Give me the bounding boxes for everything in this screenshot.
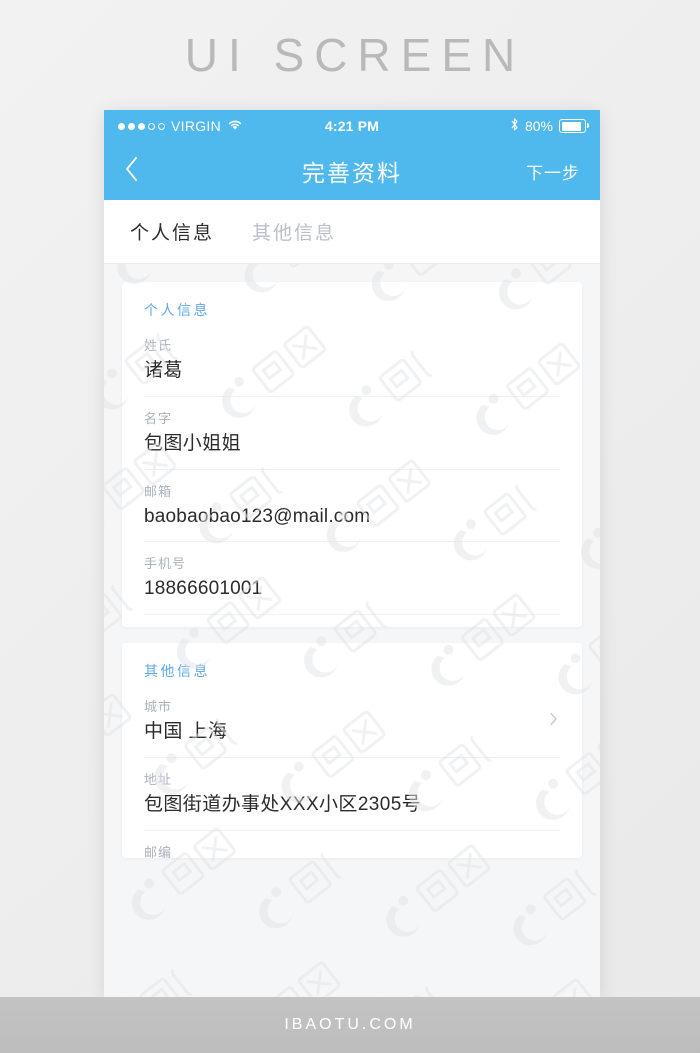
field-email[interactable]: 邮箱 baobaobao123@mail.com — [144, 470, 560, 543]
tab-other-info[interactable]: 其他信息 — [252, 218, 336, 245]
status-bar: VIRGIN 4:21 PM 80% — [104, 110, 600, 142]
navigation-bar: 完善资料 下一步 — [104, 142, 600, 200]
card-personal-info-title: 个人信息 — [144, 302, 210, 318]
field-postcode[interactable]: 邮编 101010 — [144, 831, 560, 859]
tab-personal-info[interactable]: 个人信息 — [130, 218, 214, 245]
field-given-name[interactable]: 名字 包图小姐姐 — [144, 397, 560, 470]
field-given-name-value: 包图小姐姐 — [144, 432, 242, 454]
status-bar-right: 80% — [510, 117, 589, 135]
back-button[interactable] — [124, 156, 154, 186]
field-city-value: 中国 上海 — [144, 721, 228, 742]
form-scroll-area[interactable]: 个人信息 姓氏 诸葛 名字 包图小姐姐 邮箱 baobaobao123@mail… — [104, 264, 600, 997]
phone-screen: VIRGIN 4:21 PM 80% 完善资料 下一步 个人信息 其他信息 个人… — [104, 110, 600, 997]
next-step-button[interactable]: 下一步 — [526, 159, 580, 184]
poster-title: UI SCREEN — [184, 29, 526, 81]
poster-footer-text: IBAOTU.COM — [284, 1016, 416, 1033]
field-address[interactable]: 地址 包图街道办事处XXX小区2305号 — [144, 758, 560, 831]
field-surname-value: 诸葛 — [144, 360, 183, 381]
card-other-info: 其他信息 城市 中国 上海 地址 包图街道办事处XXX小区2305号 邮编 10… — [122, 643, 582, 858]
card-personal-info: 个人信息 姓氏 诸葛 名字 包图小姐姐 邮箱 baobaobao123@mail… — [122, 282, 582, 627]
field-address-value: 包图街道办事处XXX小区2305号 — [144, 793, 422, 815]
field-phone-value: 18866601001 — [144, 578, 263, 600]
wifi-icon — [227, 118, 243, 135]
field-city-label: 城市 — [144, 699, 173, 714]
field-phone[interactable]: 手机号 18866601001 — [144, 542, 560, 615]
field-postcode-label: 邮编 — [144, 844, 173, 859]
field-surname[interactable]: 姓氏 诸葛 — [144, 324, 560, 397]
tab-bar: 个人信息 其他信息 — [104, 200, 600, 264]
chevron-left-icon — [126, 157, 137, 181]
field-email-label: 邮箱 — [144, 483, 173, 499]
field-surname-label: 姓氏 — [144, 338, 173, 353]
field-email-value: baobaobao123@mail.com — [144, 505, 371, 527]
battery-icon — [559, 119, 589, 133]
status-bar-left: VIRGIN — [118, 118, 243, 135]
field-city[interactable]: 城市 中国 上海 — [144, 685, 560, 758]
field-phone-label: 手机号 — [144, 556, 187, 572]
battery-percent-label: 80% — [524, 118, 553, 134]
bluetooth-icon — [510, 117, 519, 135]
poster-footer: IBAOTU.COM — [0, 997, 700, 1053]
carrier-label: VIRGIN — [171, 118, 222, 134]
signal-strength-icon — [118, 122, 165, 130]
field-given-name-label: 名字 — [144, 410, 173, 426]
field-address-label: 地址 — [144, 771, 173, 787]
card-other-info-title: 其他信息 — [144, 663, 210, 679]
chevron-right-icon — [549, 710, 558, 731]
